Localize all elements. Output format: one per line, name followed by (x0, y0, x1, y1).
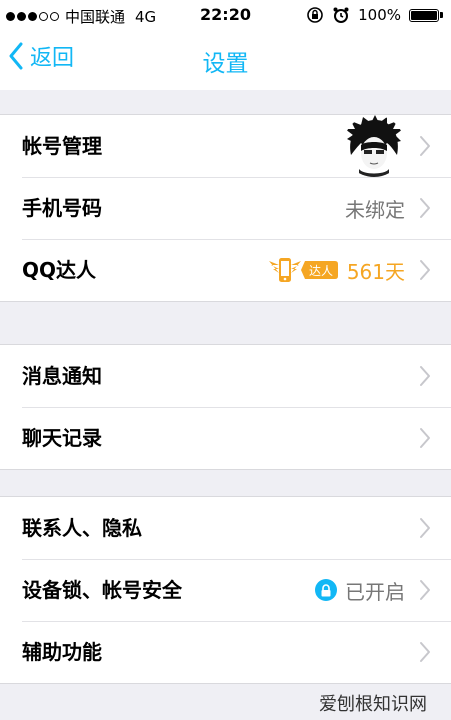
settings-group-security: 联系人、隐私 设备锁、帐号安全 已开启 辅助功能 (0, 496, 451, 684)
row-value: 已开启 (345, 579, 405, 604)
row-phone-number[interactable]: 手机号码 未绑定 (0, 177, 451, 239)
battery-icon (409, 8, 443, 22)
row-label: 设备锁、帐号安全 (22, 578, 182, 602)
battery-percent: 100% (358, 6, 401, 24)
row-label: 帐号管理 (22, 134, 102, 158)
chevron-right-icon (420, 428, 430, 448)
alarm-icon (333, 7, 349, 23)
row-contacts-privacy[interactable]: 联系人、隐私 (0, 497, 451, 559)
row-notifications[interactable]: 消息通知 (0, 345, 451, 407)
row-value: 未绑定 (345, 197, 405, 222)
qq-expert-badge: 达人 (267, 255, 339, 285)
row-value: 561天 (346, 259, 405, 284)
row-device-lock-security[interactable]: 设备锁、帐号安全 已开启 (0, 559, 451, 621)
status-right: 100% (306, 6, 443, 24)
chevron-right-icon (420, 366, 430, 386)
row-label: 消息通知 (22, 364, 102, 388)
settings-group-account: 帐号管理 手机号码 未绑定 QQ达人 达人 561天 (0, 114, 451, 302)
winged-phone-icon (268, 258, 301, 282)
row-label: 辅助功能 (22, 640, 102, 664)
watermark: 爱刨根知识网 (319, 694, 427, 715)
row-chat-history[interactable]: 聊天记录 (0, 407, 451, 469)
row-account-management[interactable]: 帐号管理 (0, 115, 451, 177)
row-label: 手机号码 (22, 196, 102, 220)
status-bar: 中国联通 4G 22:20 100% (0, 0, 451, 30)
navigation-bar: 返回 设置 (0, 30, 451, 90)
page-title: 设置 (202, 51, 249, 77)
badge-background: 达人 (300, 261, 338, 279)
row-label: 聊天记录 (22, 426, 102, 450)
chevron-right-icon (420, 260, 430, 280)
row-label: 联系人、隐私 (22, 516, 142, 540)
row-qq-expert[interactable]: QQ达人 达人 561天 (0, 239, 451, 301)
chevron-right-icon (420, 642, 430, 662)
avatar (343, 115, 405, 177)
chevron-right-icon (420, 518, 430, 538)
badge-label: 达人 (309, 264, 333, 278)
chevron-right-icon (420, 136, 430, 156)
settings-group-messages: 消息通知 聊天记录 (0, 344, 451, 470)
lock-icon (315, 579, 337, 601)
row-accessibility[interactable]: 辅助功能 (0, 621, 451, 683)
orientation-lock-icon (307, 7, 323, 23)
chevron-right-icon (420, 580, 430, 600)
row-label: QQ达人 (22, 258, 97, 282)
chevron-right-icon (420, 198, 430, 218)
